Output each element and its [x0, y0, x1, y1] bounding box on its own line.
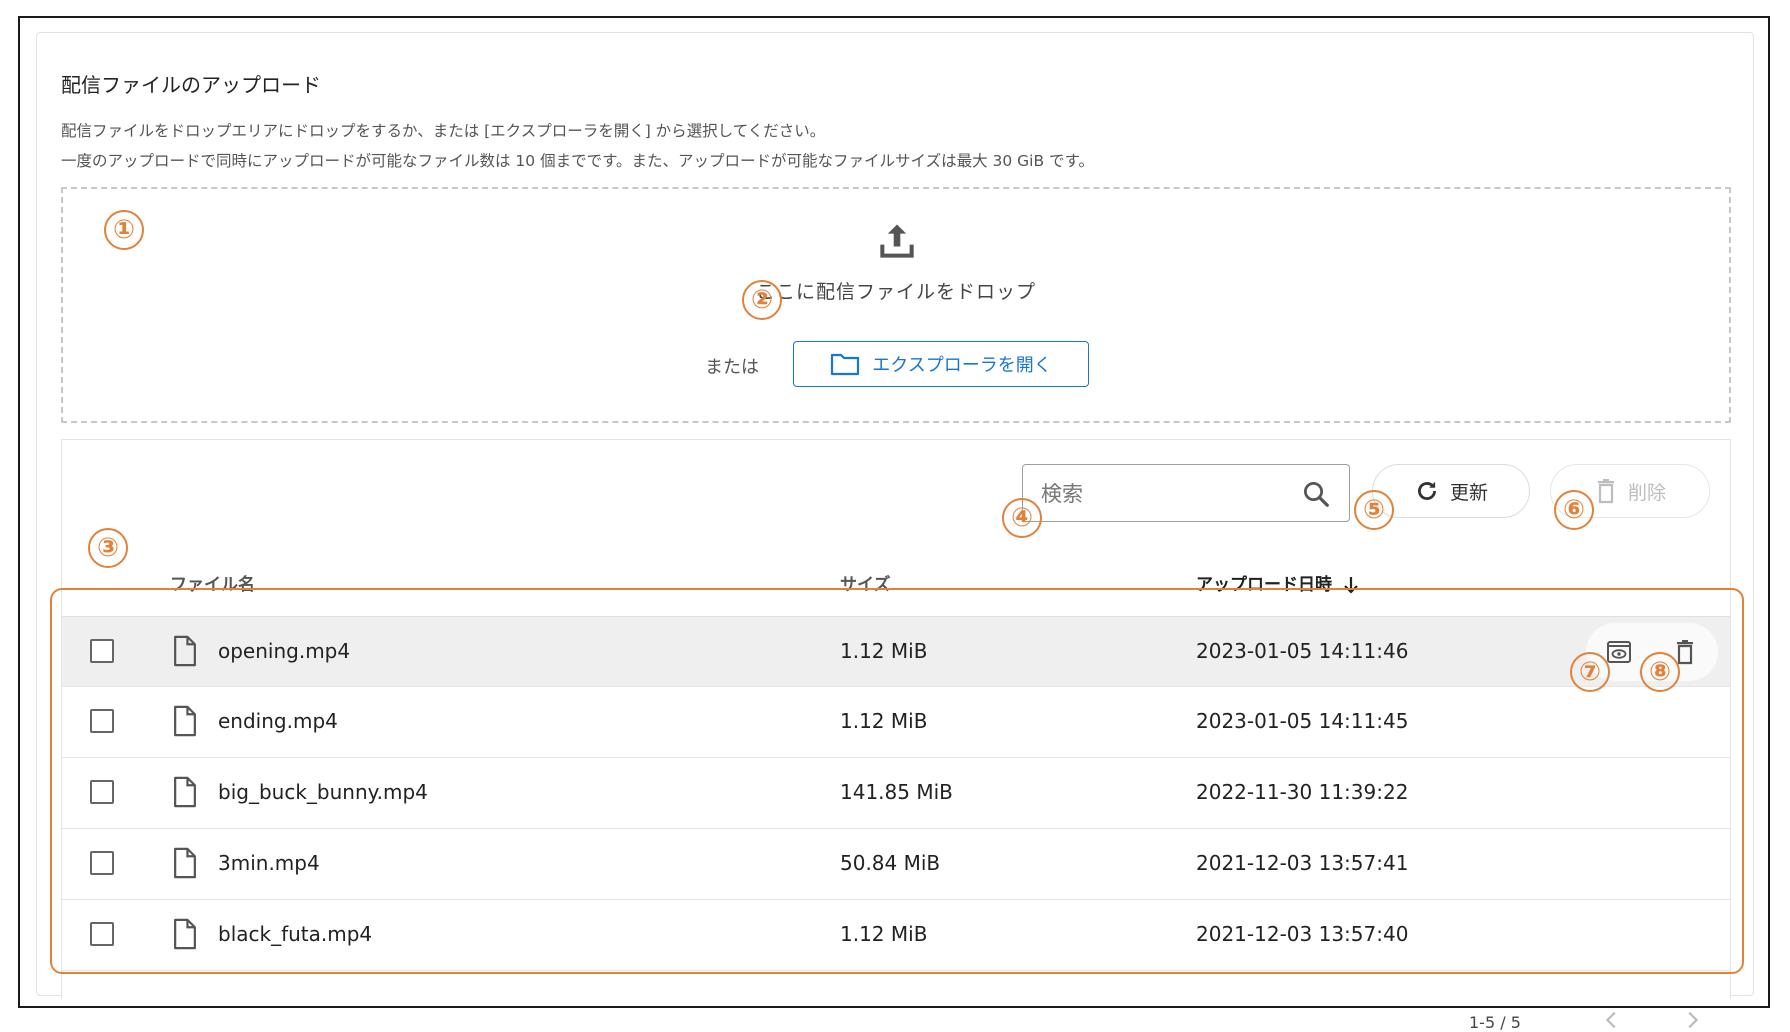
next-page-icon[interactable] — [1681, 1009, 1703, 1031]
refresh-icon — [1418, 481, 1436, 500]
column-header-filename[interactable]: ファイル名 — [170, 570, 255, 595]
upload-date: 2021-12-03 13:57:41 — [1196, 851, 1409, 875]
refresh-button[interactable]: 更新 — [1372, 464, 1530, 518]
annotation-marker-3: ③ — [88, 528, 128, 568]
row-checkbox[interactable] — [90, 851, 114, 875]
refresh-label: 更新 — [1449, 481, 1488, 504]
row-checkbox[interactable] — [90, 639, 114, 663]
annotation-marker-1: ① — [104, 210, 144, 250]
open-explorer-label: エクスプローラを開く — [872, 355, 1052, 376]
table-row[interactable]: 3min.mp4 50.84 MiB 2021-12-03 13:57:41 — [62, 829, 1730, 900]
previous-page-icon[interactable] — [1601, 1009, 1623, 1031]
file-size: 1.12 MiB — [840, 639, 928, 663]
upload-date: 2022-11-30 11:39:22 — [1196, 780, 1409, 804]
file-size: 141.85 MiB — [840, 780, 953, 804]
drop-hint-text: ここに配信ファイルをドロップ — [755, 281, 1036, 303]
file-name: big_buck_bunny.mp4 — [218, 780, 428, 804]
upload-description-1: 配信ファイルをドロップエリアにドロップをするか、または [エクスプローラを開く]… — [61, 122, 826, 140]
file-icon — [174, 776, 196, 808]
bulk-delete-label: 削除 — [1627, 481, 1666, 504]
folder-icon — [831, 353, 860, 376]
upload-description-2: 一度のアップロードで同時にアップロードが可能なファイル数は 10 個までです。ま… — [61, 152, 1094, 170]
annotation-marker-6: ⑥ — [1554, 490, 1594, 530]
file-size: 1.12 MiB — [840, 922, 928, 946]
screenshot-frame: 配信ファイルのアップロード 配信ファイルをドロップエリアにドロップをするか、また… — [18, 16, 1770, 1032]
file-name: 3min.mp4 — [218, 851, 320, 875]
column-header-upload-date[interactable]: アップロード日時 — [1196, 570, 1360, 595]
upload-panel: 配信ファイルのアップロード 配信ファイルをドロップエリアにドロップをするか、また… — [36, 32, 1754, 1032]
column-header-size[interactable]: サイズ — [840, 570, 891, 595]
table-row[interactable]: opening.mp4 1.12 MiB 2023-01-05 14:11:46 — [62, 616, 1730, 687]
file-size: 50.84 MiB — [840, 851, 941, 875]
upload-date: 2023-01-05 14:11:46 — [1196, 639, 1409, 663]
table-row[interactable]: black_futa.mp4 1.12 MiB 2021-12-03 13:57:4… — [62, 900, 1730, 971]
row-checkbox[interactable] — [90, 709, 114, 733]
table-row[interactable]: ending.mp4 1.12 MiB 2023-01-05 14:11:45 — [62, 687, 1730, 758]
or-text: または — [705, 357, 759, 378]
upload-icon — [880, 224, 914, 258]
search-input[interactable] — [1039, 479, 1283, 509]
preview-icon[interactable] — [1604, 637, 1634, 667]
file-name: ending.mp4 — [218, 709, 338, 733]
table-row[interactable]: big_buck_bunny.mp4 141.85 MiB 2022-11-30 1… — [62, 758, 1730, 829]
search-box[interactable] — [1022, 464, 1350, 522]
file-name: opening.mp4 — [218, 639, 351, 663]
annotation-marker-5: ⑤ — [1354, 490, 1394, 530]
open-explorer-button[interactable]: エクスプローラを開く — [793, 341, 1089, 387]
file-table-body: opening.mp4 1.12 MiB 2023-01-05 14:11:46 en… — [62, 616, 1730, 971]
column-header-upload-date-label: アップロード日時 — [1196, 575, 1332, 595]
annotation-marker-8: ⑧ — [1640, 652, 1680, 692]
annotation-marker-4: ④ — [1002, 498, 1042, 538]
upload-date: 2023-01-05 14:11:45 — [1196, 709, 1409, 733]
page-title: 配信ファイルのアップロード — [61, 73, 321, 97]
trash-icon — [1597, 479, 1614, 504]
upload-date: 2021-12-03 13:57:40 — [1196, 922, 1409, 946]
file-icon — [174, 705, 196, 737]
search-icon[interactable] — [1301, 479, 1331, 509]
annotation-marker-2: ② — [742, 280, 782, 320]
file-drop-zone[interactable]: ここに配信ファイルをドロップ または エクスプローラを開く — [61, 187, 1731, 423]
sort-descending-icon — [1344, 577, 1358, 594]
file-icon — [174, 918, 196, 950]
file-list-panel: 更新 削除 ファイル名 サイズ アップロード日時 opening.mp41 — [61, 439, 1731, 999]
row-checkbox[interactable] — [90, 780, 114, 804]
file-size: 1.12 MiB — [840, 709, 928, 733]
pagination-range: 1-5 / 5 — [1469, 1013, 1521, 1032]
file-name: black_futa.mp4 — [218, 922, 373, 946]
file-icon — [174, 847, 196, 879]
annotation-marker-7: ⑦ — [1570, 652, 1610, 692]
file-icon — [174, 635, 196, 667]
row-checkbox[interactable] — [90, 922, 114, 946]
